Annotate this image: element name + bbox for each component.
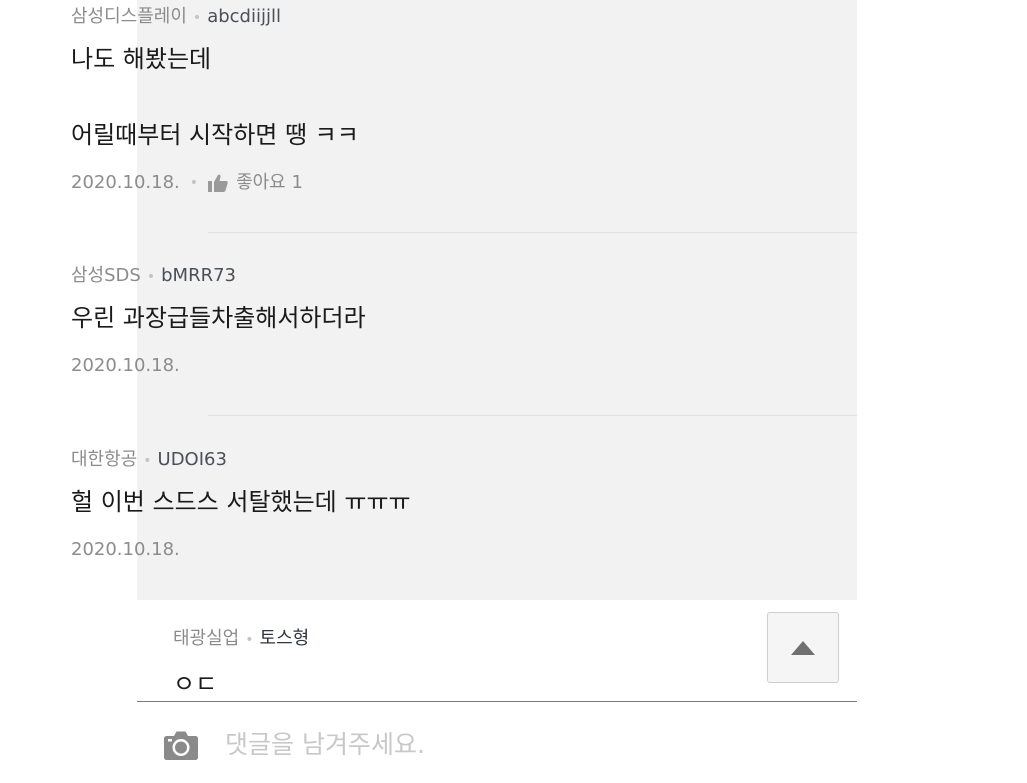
reply-text: 헐 이번 스드스 서탈했는데 ㅠㅠㅠ (71, 488, 411, 516)
reply-text: 나도 해봤는데 (71, 45, 212, 73)
comment-author: 태광실업 • 토스형 (173, 628, 733, 651)
reply-footer: 2020.10.18. (71, 539, 720, 561)
comment-thread-page: 삼성디스플레이 • abcdiijjll 나도 해봤는데 어릴때부터 시작하면 땡 … (0, 0, 1027, 783)
company-name: 태광실업 (173, 628, 240, 649)
reply-date: 2020.10.18. (71, 539, 180, 560)
author-nickname[interactable]: 토스형 (260, 628, 310, 649)
separator-dot: • (146, 269, 156, 285)
comment-item: 태광실업 • 토스형 ㅇㄷ (173, 628, 733, 699)
reply-footer: 2020.10.18. • 좋아요 1 (71, 172, 720, 194)
like-button[interactable]: 좋아요 1 (208, 172, 303, 194)
thumbs-up-icon (208, 174, 228, 192)
reply-author: 대한항공 • UDOI63 (71, 449, 720, 472)
reply-date: 2020.10.18. (71, 355, 180, 376)
reply-author: 삼성디스플레이 • abcdiijjll (71, 6, 720, 29)
author-nickname[interactable]: bMRR73 (161, 265, 236, 286)
reply-item: 삼성SDS • bMRR73 우린 과장급들차출해서하더라 2020.10.18. (71, 265, 720, 377)
comment-text: ㅇㄷ (173, 670, 218, 698)
reply-footer: 2020.10.18. (71, 355, 720, 377)
company-name: 삼성SDS (71, 265, 141, 286)
separator-dot: • (245, 632, 254, 648)
reply-divider (208, 415, 857, 416)
like-count-label: 좋아요 1 (236, 172, 303, 193)
separator-dot: • (189, 175, 199, 191)
camera-icon (164, 731, 198, 760)
reply-text: 우린 과장급들차출해서하더라 (71, 304, 366, 332)
reply-text: 어릴때부터 시작하면 땡 ㅋㅋ (71, 121, 359, 149)
comment-input-bar (137, 701, 857, 783)
camera-button[interactable] (163, 729, 199, 761)
reply-divider (208, 232, 857, 233)
author-nickname[interactable]: abcdiijjll (207, 6, 281, 27)
scroll-top-button[interactable] (767, 612, 839, 683)
company-name: 삼성디스플레이 (71, 6, 187, 27)
reply-item: 삼성디스플레이 • abcdiijjll 나도 해봤는데 어릴때부터 시작하면 땡 … (71, 6, 720, 194)
reply-item: 대한항공 • UDOI63 헐 이번 스드스 서탈했는데 ㅠㅠㅠ 2020.10.1… (71, 449, 720, 561)
reply-author: 삼성SDS • bMRR73 (71, 265, 720, 288)
triangle-up-icon (791, 640, 815, 655)
separator-dot: • (192, 10, 202, 26)
company-name: 대한항공 (71, 449, 138, 470)
separator-dot: • (143, 453, 152, 469)
reply-date: 2020.10.18. (71, 172, 180, 193)
comment-input[interactable] (225, 724, 825, 764)
author-nickname[interactable]: UDOI63 (158, 449, 227, 470)
